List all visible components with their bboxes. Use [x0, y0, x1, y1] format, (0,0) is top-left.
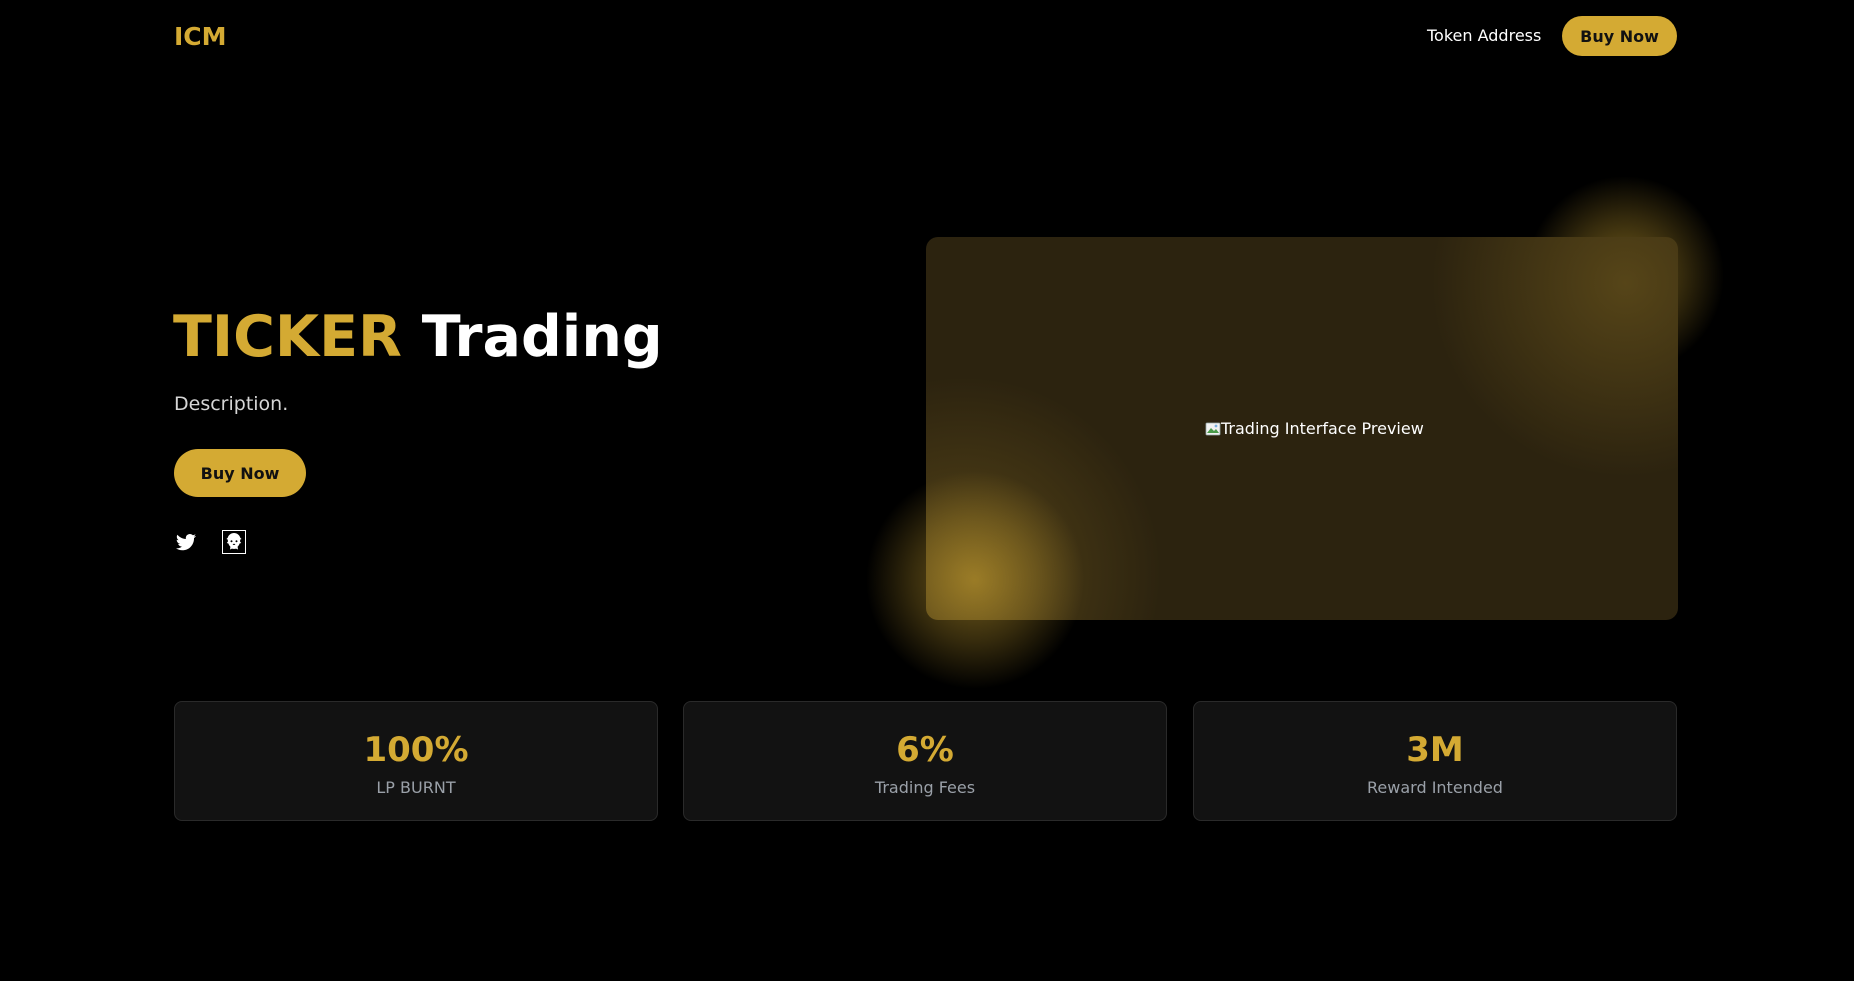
hero-description: Description. — [174, 393, 289, 415]
broken-image-icon — [1205, 422, 1221, 436]
hero-buy-now-button[interactable]: Buy Now — [174, 449, 306, 497]
stat-card-lp-burnt: 100% LP BURNT — [174, 701, 658, 821]
hero-title-accent: TICKER — [173, 304, 402, 370]
social-links — [174, 530, 246, 554]
token-address-link[interactable]: Token Address — [1427, 24, 1541, 48]
lion-logo-link[interactable] — [222, 530, 246, 554]
preview-card: Trading Interface Preview — [926, 237, 1678, 620]
hero-buy-now-label: Buy Now — [200, 463, 280, 483]
stat-label: Trading Fees — [874, 778, 976, 797]
preview-image: Trading Interface Preview — [1205, 418, 1424, 440]
logo[interactable]: ICM — [174, 22, 227, 52]
stat-value: 3M — [1406, 730, 1464, 770]
hero-title-rest: Trading — [421, 304, 663, 370]
stat-card-trading-fees: 6% Trading Fees — [683, 701, 1167, 821]
stat-value: 6% — [896, 730, 954, 770]
page: ICM Token Address Buy Now TICKER Trading… — [0, 0, 1854, 981]
nav-buy-now-label: Buy Now — [1580, 26, 1659, 46]
stat-value: 100% — [363, 730, 469, 770]
preview-image-alt: Trading Interface Preview — [1221, 419, 1424, 438]
hero-title: TICKER Trading — [173, 302, 663, 372]
lion-logo-icon — [222, 530, 246, 554]
stat-card-reward-intended: 3M Reward Intended — [1193, 701, 1677, 821]
twitter-link[interactable] — [174, 530, 198, 554]
stat-label: LP BURNT — [376, 778, 456, 797]
twitter-icon — [176, 534, 196, 551]
stat-label: Reward Intended — [1367, 778, 1503, 797]
nav-buy-now-button[interactable]: Buy Now — [1562, 16, 1677, 56]
